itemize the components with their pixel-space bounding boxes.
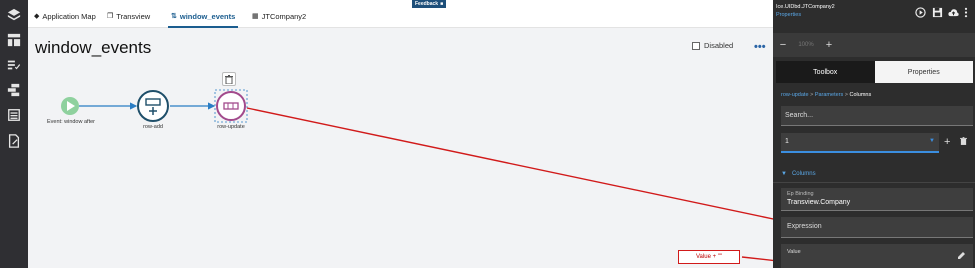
more-vertical-icon[interactable] <box>963 7 969 18</box>
ep-binding-field[interactable]: Ep Binding Transview.Company <box>781 188 973 211</box>
start-event-node[interactable] <box>61 97 79 115</box>
copy-icon: ❐ <box>107 13 114 20</box>
play-circle-icon[interactable] <box>915 7 926 18</box>
tab-application-map[interactable]: ◆ Application Map <box>34 12 96 28</box>
trash-icon <box>225 74 233 84</box>
tab-transview[interactable]: ❐ Transview <box>107 12 150 28</box>
tab-label: Transview <box>116 12 151 21</box>
panel-title: Ice.UIDbd.JTCompany2 <box>776 4 835 10</box>
expression-field[interactable]: Expression <box>781 217 973 238</box>
node-label-start: Event: window after <box>47 119 95 125</box>
columns-section-header[interactable]: ▼ Columns <box>781 168 973 180</box>
cloud-upload-icon[interactable] <box>948 7 959 18</box>
feedback-button[interactable]: Feedback ■ <box>412 0 447 8</box>
value-annotation-box: Value + "" <box>678 250 740 264</box>
chevron-down-icon: ▼ <box>929 138 935 144</box>
search-input[interactable]: Search... <box>781 106 973 126</box>
trash-icon[interactable] <box>960 137 967 145</box>
panel-subtitle: Properties <box>776 12 802 18</box>
panel-tabs: Toolbox Properties <box>776 61 973 83</box>
workflow-canvas[interactable]: window_events Disabled ••• Event: window… <box>28 28 773 268</box>
divider <box>773 182 975 183</box>
hierarchy-icon[interactable] <box>6 82 22 98</box>
tab-properties[interactable]: Properties <box>874 61 973 83</box>
tab-label: Application Map <box>42 12 96 21</box>
tab-label: window_events <box>179 12 236 21</box>
row-update-node[interactable] <box>214 89 248 123</box>
document-edit-icon[interactable] <box>6 133 22 149</box>
tab-bar: ◆ Application Map ❐ Transview ⇅ window_e… <box>28 0 773 28</box>
ep-binding-label: Ep Binding <box>787 191 814 197</box>
left-icon-rail <box>0 0 28 268</box>
database-grid-icon[interactable] <box>6 107 22 123</box>
list-check-icon[interactable] <box>6 57 22 73</box>
annotation-arrow-ep-binding <box>246 107 773 220</box>
breadcrumb-separator: > <box>844 92 848 98</box>
flow-icon: ⇅ <box>171 13 177 20</box>
layers-icon: ◆ <box>34 13 40 20</box>
chevron-down-icon: ▼ <box>781 171 787 177</box>
feedback-label: Feedback <box>415 1 439 7</box>
row-add-node[interactable] <box>137 90 169 122</box>
table-icon: ▦ <box>252 13 259 20</box>
breadcrumb-separator: > <box>810 92 814 98</box>
breadcrumb-parameters[interactable]: Parameters <box>815 92 843 98</box>
zoom-level: 100% <box>798 42 814 48</box>
ep-binding-value: Transview.Company <box>787 199 851 206</box>
layout-icon[interactable] <box>6 32 22 48</box>
breadcrumb-columns: Columns <box>849 92 872 98</box>
flow-diagram <box>61 89 773 262</box>
zoom-in-button[interactable]: + <box>819 39 839 51</box>
column-index-select[interactable]: 1 ▼ <box>781 133 939 153</box>
pencil-icon[interactable] <box>958 251 966 259</box>
breadcrumb: row-update > Parameters > Columns <box>781 92 871 98</box>
tab-label: JTCompany2 <box>261 12 307 21</box>
value-field[interactable]: Value <box>781 244 973 268</box>
properties-panel: Ice.UIDbd.JTCompany2 Properties − 100% +… <box>773 0 975 268</box>
breadcrumb-row-update[interactable]: row-update <box>781 92 809 98</box>
delete-node-button[interactable] <box>222 72 236 86</box>
select-value: 1 <box>785 138 789 145</box>
annotation-arrow-value <box>741 256 773 262</box>
layers-icon[interactable] <box>6 7 22 23</box>
node-label-row-add: row-add <box>143 124 163 130</box>
tab-jtcompany2[interactable]: ▦ JTCompany2 <box>252 12 306 28</box>
tab-window-events[interactable]: ⇅ window_events <box>168 12 239 28</box>
expression-label: Expression <box>787 223 822 230</box>
value-label: Value <box>787 249 801 255</box>
columns-section-label: Columns <box>791 171 816 177</box>
node-label-row-update: row-update <box>217 124 245 130</box>
zoom-control: − 100% + <box>773 33 975 57</box>
add-column-button[interactable]: + <box>944 136 950 148</box>
save-icon[interactable] <box>932 7 943 18</box>
zoom-out-button[interactable]: − <box>773 39 793 51</box>
comment-icon: ■ <box>440 1 444 7</box>
tab-toolbox[interactable]: Toolbox <box>776 61 875 83</box>
